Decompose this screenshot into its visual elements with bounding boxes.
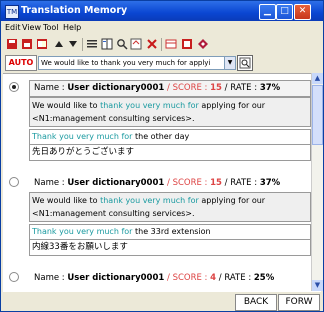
source-sentence-box: We would like to thank you very much for… [29,192,311,222]
menu-bar: Edit View Tool Help [1,21,323,35]
search-icon[interactable] [116,38,128,50]
matched-text: Thank you very much for [32,227,133,236]
matched-text: thank you very much for [100,196,199,205]
search-row: AUTO We would like to thank you very muc… [1,54,323,72]
scroll-up-icon[interactable]: ▲ [312,73,323,84]
name-label: Name : [34,83,68,93]
menu-tool[interactable]: Tool [43,23,59,32]
rate-label: RATE : [230,83,260,93]
copy-icon[interactable] [36,38,48,50]
target-translation: 内線33番をお願いします [32,242,128,252]
search-combobox-value: We would like to thank you very much for… [41,59,211,67]
columns-icon[interactable] [101,38,113,50]
vertical-scrollbar[interactable]: ▲ ▼ [311,73,323,291]
matched-text: thank you very much for [100,101,199,110]
separator: / [164,178,173,188]
minimize-button[interactable]: ▁ [259,4,276,20]
print-icon[interactable] [21,38,33,50]
save-icon[interactable] [6,38,18,50]
matched-text: Thank you very much for [32,132,133,141]
forward-button[interactable]: FORW [278,294,320,311]
separator: / [164,83,173,93]
toolbar-separator [161,38,162,51]
score-label: SCORE : [172,83,211,93]
app-icon: TM [5,5,19,19]
rate-label: RATE : [224,273,254,283]
window-title: Translation Memory [21,5,128,16]
title-bar: TM Translation Memory ▁ □ ✕ [1,1,323,21]
separator: / [164,273,173,283]
target-translation: 先日ありがとうございます [32,147,135,157]
source-line-1: We would like to thank you very much for… [32,196,265,206]
dictionary-name: User dictionary0001 [67,273,165,283]
translation-memory-window: TM Translation Memory ▁ □ ✕ Edit View To… [0,0,324,312]
entry-header: Name : User dictionary0001 / SCORE : 4 /… [29,270,311,287]
results-list: Name : User dictionary0001 / SCORE : 15 … [3,73,321,292]
score-value: 15 [210,178,222,188]
grid-icon[interactable] [181,38,193,50]
scroll-down-icon[interactable]: ▼ [312,280,323,291]
toolbar [1,36,323,53]
search-combobox[interactable]: We would like to thank you very much for… [38,56,236,70]
scroll-thumb[interactable] [312,85,323,145]
settings-icon[interactable] [130,38,142,50]
score-label: SCORE : [172,273,211,283]
source-line-2: <N1:management consulting services>. [32,209,195,218]
rate-value: 37% [259,178,281,188]
menu-view[interactable]: View [22,23,41,32]
source-line-1: We would like to thank you very much for… [32,101,265,111]
entry-radio[interactable] [9,82,19,92]
auto-button[interactable]: AUTO [5,55,37,71]
source-text: applying for our [198,196,266,205]
match-text: the 33rd extension [132,227,211,236]
layout-icon[interactable] [165,38,177,50]
source-text: applying for our [198,101,266,110]
rate-label: RATE : [230,178,260,188]
source-text: We would like to [32,101,101,110]
menu-edit[interactable]: Edit [5,23,21,32]
entry-radio[interactable] [9,177,19,187]
maximize-button[interactable]: □ [276,4,293,20]
toolbar-separator [82,38,83,51]
name-label: Name : [34,273,68,283]
menu-help[interactable]: Help [63,23,81,32]
dictionary-name: User dictionary0001 [67,83,165,93]
eraser-icon[interactable] [197,38,209,50]
up-arrow-icon[interactable] [53,38,65,50]
match-box: Thank you very much for the other day 先日… [29,129,311,161]
chevron-down-icon[interactable]: ▼ [224,57,235,69]
find-button-icon[interactable] [237,55,253,71]
entry-header: Name : User dictionary0001 / SCORE : 15 … [29,80,311,97]
match-line: Thank you very much for the 33rd extensi… [32,227,211,237]
list-icon[interactable] [86,38,98,50]
match-text: the other day [132,132,190,141]
back-button[interactable]: BACK [235,294,277,311]
down-arrow-icon[interactable] [67,38,79,50]
entry-header: Name : User dictionary0001 / SCORE : 15 … [29,175,311,192]
match-box: Thank you very much for the 33rd extensi… [29,224,311,256]
name-label: Name : [34,178,68,188]
close-button[interactable]: ✕ [294,4,311,20]
rate-value: 25% [253,273,275,283]
source-text: We would like to [32,196,101,205]
source-line-2: <N1:management consulting services>. [32,114,195,123]
score-value: 15 [210,83,222,93]
delete-icon[interactable] [146,38,158,50]
dictionary-name: User dictionary0001 [67,178,165,188]
source-sentence-box: We would like to thank you very much for… [29,97,311,127]
rate-value: 37% [259,83,281,93]
match-line: Thank you very much for the other day [32,132,189,142]
entry-radio[interactable] [9,272,19,282]
score-label: SCORE : [172,178,211,188]
